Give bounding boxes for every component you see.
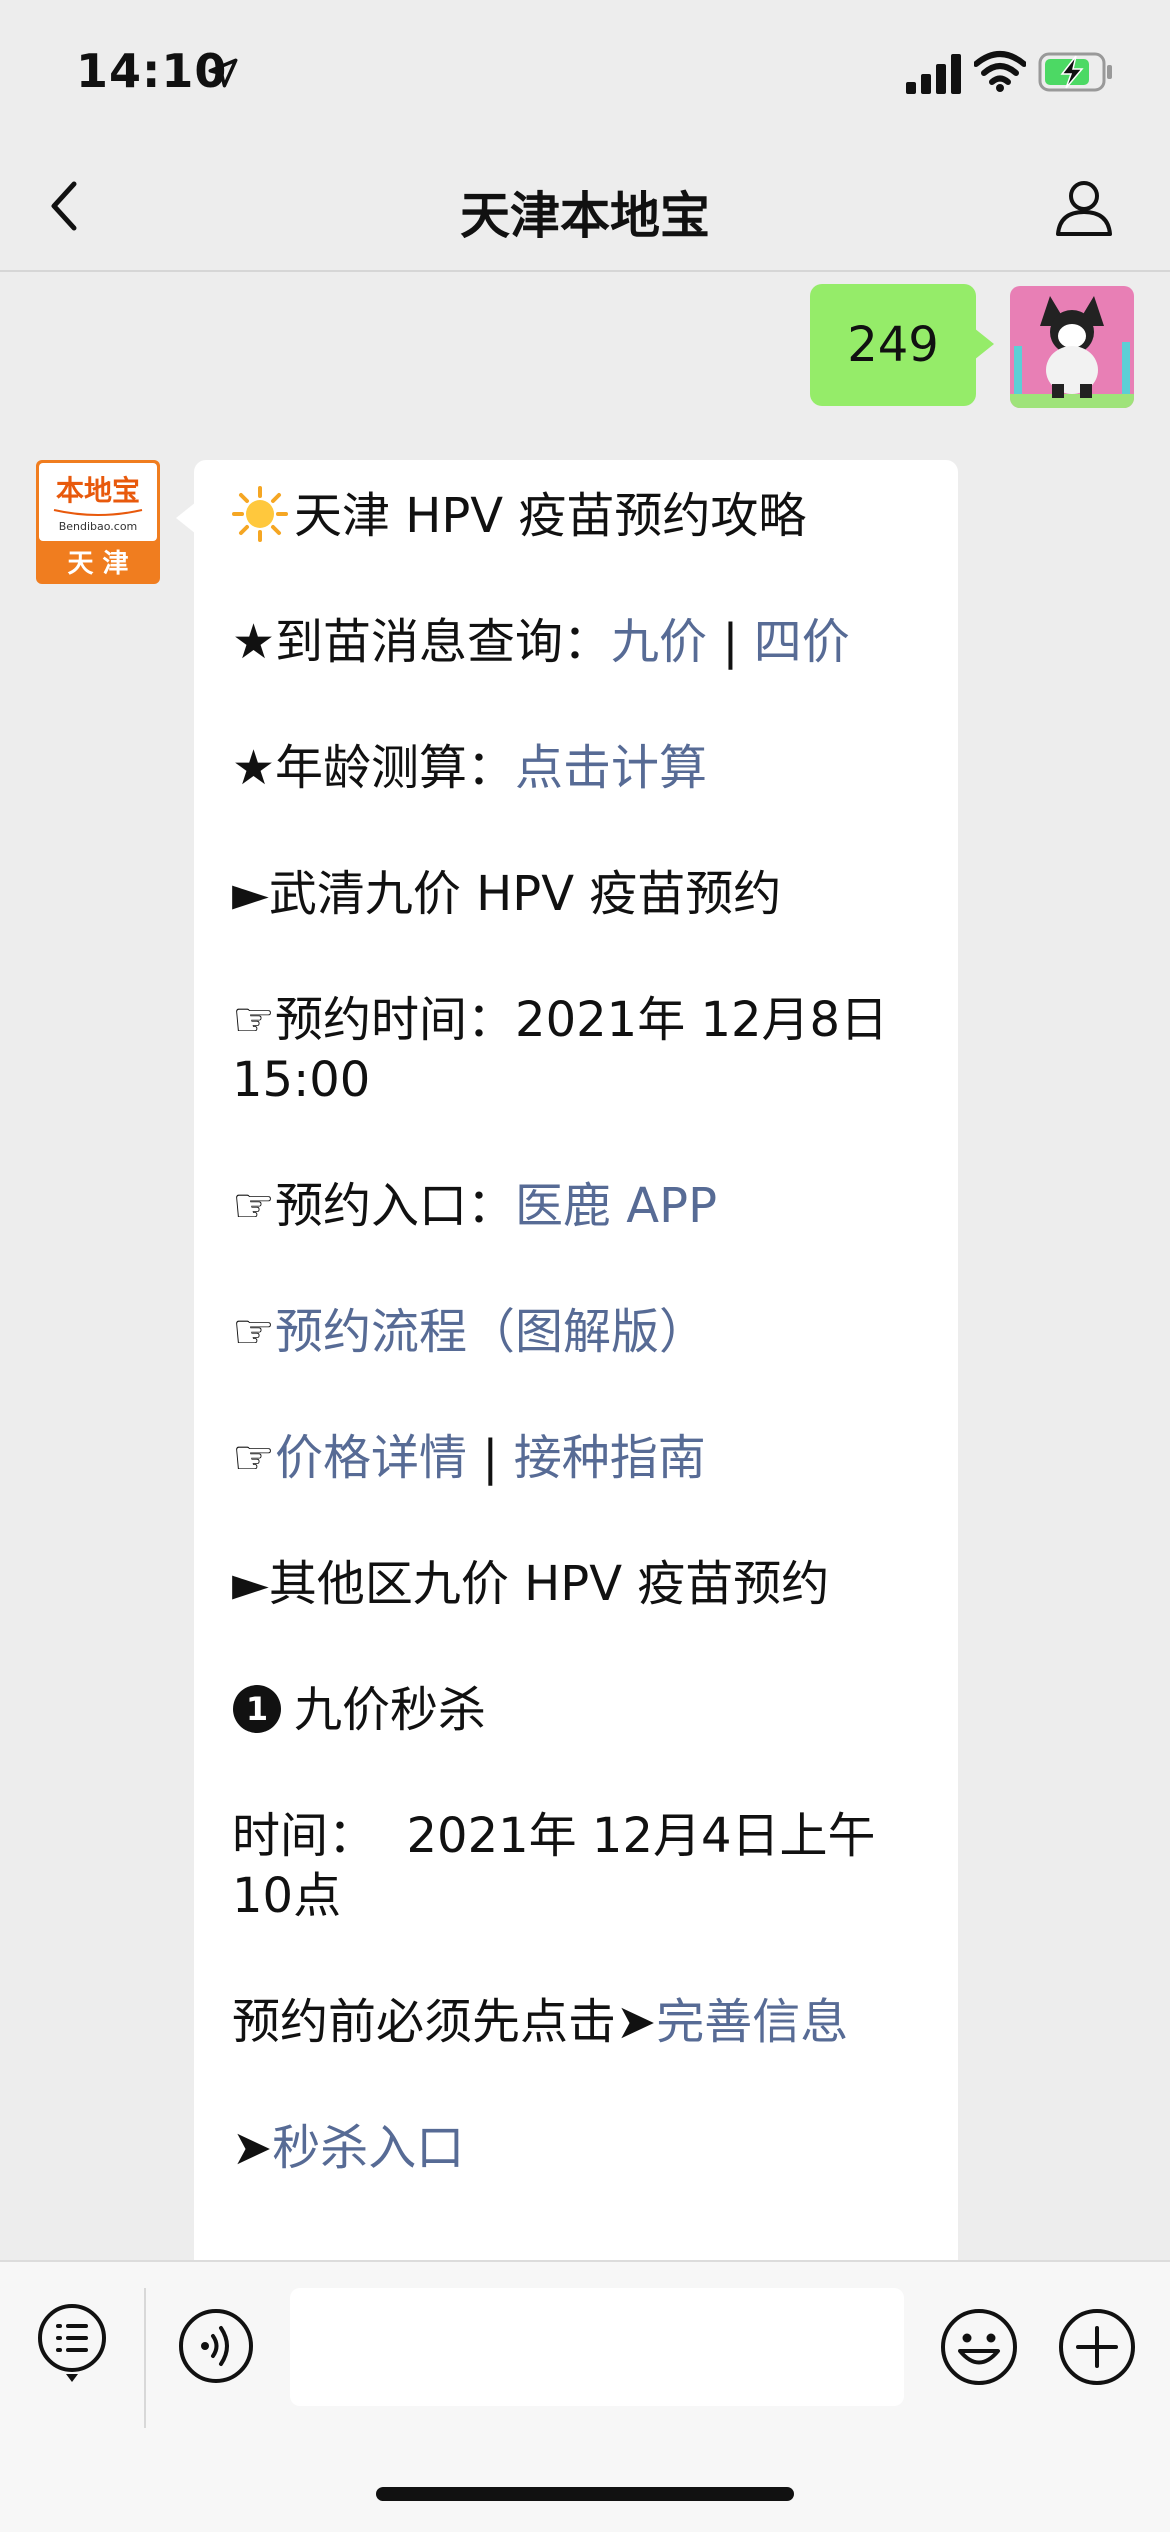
seckill-entry-line: ➤秒杀入口 (232, 2118, 922, 2178)
appointment-time: ☞预约时间：2021年 12月8日 15:00 (232, 992, 889, 1108)
status-time: 14:10 (76, 44, 228, 98)
seckill-time: 时间： 2021年 12月4日上午10点 (232, 1808, 876, 1924)
seckill-entry-link[interactable]: 秒杀入口 (272, 2120, 464, 2176)
sun-icon (232, 486, 288, 542)
age-line: ★年龄测算：点击计算 (232, 738, 922, 798)
query-label: ★到苗消息查询： (232, 614, 612, 670)
chat-area[interactable]: 249 本地宝 Bendibao.com 天 津 天津 HPV 疫苗预约攻略 ★… (0, 274, 1170, 2260)
other-heading: ►其他区九价 HPV 疫苗预约 (232, 1556, 830, 1612)
menu-icon[interactable] (36, 2302, 108, 2384)
bot-avatar-brand: 本地宝 (56, 474, 140, 507)
wifi-icon (974, 51, 1026, 92)
entry-label: ☞预约入口： (232, 1178, 516, 1234)
page-title: 天津本地宝 (460, 187, 710, 245)
entry-line: ☞预约入口：医鹿 APP (232, 1176, 922, 1236)
guide-link[interactable]: 接种指南 (514, 1430, 706, 1486)
seckill-label: 九价秒杀 (294, 1682, 487, 1738)
plus-icon[interactable] (1058, 2308, 1136, 2386)
age-calc-link[interactable]: 点击计算 (515, 740, 707, 796)
profile-icon[interactable] (1052, 174, 1116, 238)
number-one-icon: 1 (233, 1685, 281, 1733)
process-link[interactable]: 预约流程（图解版） (275, 1304, 707, 1360)
bot-avatar-site: Bendibao.com (59, 520, 138, 533)
message-title: 天津 HPV 疫苗预约攻略 (294, 488, 807, 544)
svg-text:1: 1 (246, 1690, 268, 1728)
complete-info-link[interactable]: 完善信息 (656, 1994, 848, 2050)
price-separator: | (467, 1430, 514, 1486)
yilu-app-link[interactable]: 医鹿 APP (515, 1178, 717, 1234)
price-prefix: ☞ (232, 1430, 276, 1486)
signal-icon (906, 54, 961, 94)
four-valent-link[interactable]: 四价 (754, 614, 850, 670)
battery-charging-icon (1038, 52, 1112, 92)
nav-bar: 天津本地宝 (0, 140, 1170, 272)
incoming-message-bubble: 天津 HPV 疫苗预约攻略 ★到苗消息查询：九价 | 四价 ★年龄测算：点击计算… (176, 460, 958, 2260)
bot-avatar[interactable]: 本地宝 Bendibao.com 天 津 (36, 460, 160, 584)
age-label: ★年龄测算： (232, 740, 516, 796)
message-input[interactable] (290, 2288, 904, 2406)
emoji-icon[interactable] (940, 2308, 1018, 2386)
bot-avatar-city: 天 津 (67, 549, 128, 579)
prereq-label: 预约前必须先点击➤ (232, 1994, 657, 2050)
status-bar: 14:10 (0, 0, 1170, 140)
query-line: ★到苗消息查询：九价 | 四价 (232, 612, 922, 672)
outgoing-message-bubble[interactable]: 249 (810, 284, 994, 406)
seckill-entry-prefix: ➤ (232, 2120, 273, 2176)
price-link[interactable]: 价格详情 (275, 1430, 467, 1486)
process-line: ☞预约流程（图解版） (232, 1302, 922, 1362)
wuqing-heading: ►武清九价 HPV 疫苗预约 (232, 866, 782, 922)
user-avatar[interactable] (1010, 286, 1134, 408)
process-prefix: ☞ (232, 1304, 276, 1360)
menu-divider (144, 2288, 146, 2428)
seckill-line: 1 九价秒杀 (232, 1680, 922, 1740)
query-separator: | (707, 614, 754, 670)
prereq-line: 预约前必须先点击➤完善信息 (232, 1992, 922, 2052)
price-line: ☞价格详情 | 接种指南 (232, 1428, 922, 1488)
message-title-line: 天津 HPV 疫苗预约攻略 (232, 486, 922, 546)
nine-valent-link[interactable]: 九价 (611, 614, 707, 670)
location-arrow-icon (208, 58, 238, 88)
home-indicator[interactable] (376, 2487, 794, 2501)
voice-icon[interactable] (178, 2308, 254, 2384)
